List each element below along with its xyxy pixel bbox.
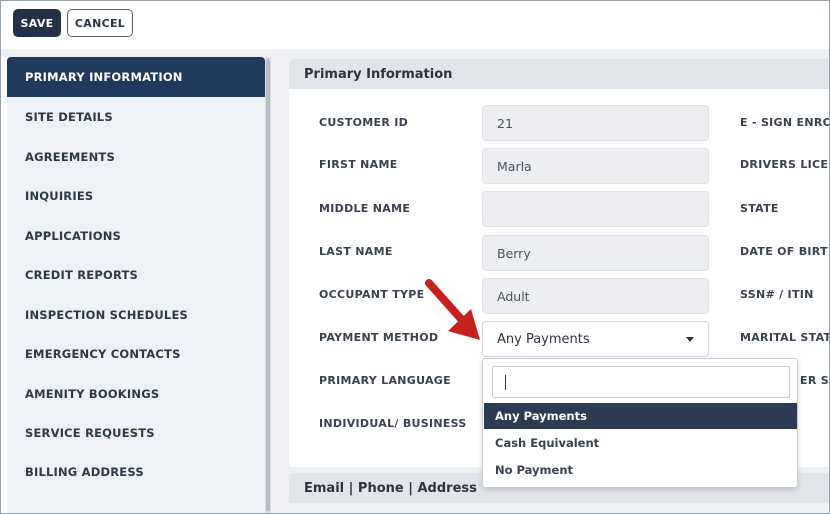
toolbar: SAVE CANCEL — [1, 1, 829, 49]
occupant-type-field[interactable]: Adult — [482, 278, 709, 314]
first-name-label: FIRST NAME — [319, 158, 398, 171]
payment-method-label: PAYMENT METHOD — [319, 331, 439, 344]
individual-business-label: INDIVIDUAL/ BUSINESS — [319, 417, 467, 430]
last-name-field[interactable]: Berry — [482, 235, 709, 271]
save-button[interactable]: SAVE — [13, 9, 61, 37]
payment-method-value: Any Payments — [497, 331, 590, 347]
chevron-down-icon — [686, 337, 694, 342]
payment-method-dropdown: Any Payments Cash Equivalent No Payment — [482, 358, 798, 488]
sidebar: PRIMARY INFORMATION SITE DETAILS AGREEME… — [7, 57, 265, 513]
marital-status-label: MARITAL STAT — [740, 331, 830, 344]
middle-name-field[interactable] — [482, 191, 709, 227]
sidebar-item-credit-reports[interactable]: CREDIT REPORTS — [7, 255, 265, 295]
first-name-field[interactable]: Marla — [482, 148, 709, 184]
state-label: STATE — [740, 202, 779, 215]
esign-label: E - SIGN ENRO — [740, 116, 830, 129]
sidebar-scrollbar-thumb[interactable] — [266, 59, 270, 511]
option-no-payment[interactable]: No Payment — [484, 457, 797, 483]
payment-method-select[interactable]: Any Payments — [482, 321, 709, 357]
option-cash-equivalent[interactable]: Cash Equivalent — [484, 430, 797, 456]
sidebar-item-emergency-contacts[interactable]: EMERGENCY CONTACTS — [7, 334, 265, 374]
sidebar-item-inspection-schedules[interactable]: INSPECTION SCHEDULES — [7, 295, 265, 335]
dropdown-search-input[interactable] — [492, 366, 790, 398]
primary-language-label: PRIMARY LANGUAGE — [319, 374, 451, 387]
last-name-label: LAST NAME — [319, 245, 393, 258]
sidebar-item-billing-address[interactable]: BILLING ADDRESS — [7, 452, 265, 492]
sidebar-item-amenity-bookings[interactable]: AMENITY BOOKINGS — [7, 374, 265, 414]
sidebar-item-inquiries[interactable]: INQUIRIES — [7, 176, 265, 216]
occupant-type-label: OCCUPANT TYPE — [319, 288, 425, 301]
text-cursor — [505, 375, 506, 390]
date-of-birth-label: DATE OF BIRT — [740, 245, 828, 258]
middle-name-label: MIDDLE NAME — [319, 202, 411, 215]
option-any-payments[interactable]: Any Payments — [484, 403, 797, 429]
customer-id-label: CUSTOMER ID — [319, 116, 409, 129]
partial-label: ER ST — [800, 374, 829, 387]
cancel-button[interactable]: CANCEL — [67, 9, 133, 37]
sidebar-item-site-details[interactable]: SITE DETAILS — [7, 97, 265, 137]
section-title-primary-information: Primary Information — [289, 59, 829, 89]
sidebar-item-agreements[interactable]: AGREEMENTS — [7, 137, 265, 177]
drivers-license-label: DRIVERS LICE — [740, 158, 829, 171]
sidebar-item-service-requests[interactable]: SERVICE REQUESTS — [7, 413, 265, 453]
toolbar-divider — [1, 49, 829, 57]
sidebar-item-applications[interactable]: APPLICATIONS — [7, 216, 265, 256]
customer-id-field[interactable]: 21 — [482, 105, 709, 141]
app-frame: SAVE CANCEL PRIMARY INFORMATION SITE DET… — [0, 0, 830, 514]
sidebar-item-primary-information[interactable]: PRIMARY INFORMATION — [7, 57, 265, 97]
ssn-label: SSN# / ITIN — [740, 288, 814, 301]
